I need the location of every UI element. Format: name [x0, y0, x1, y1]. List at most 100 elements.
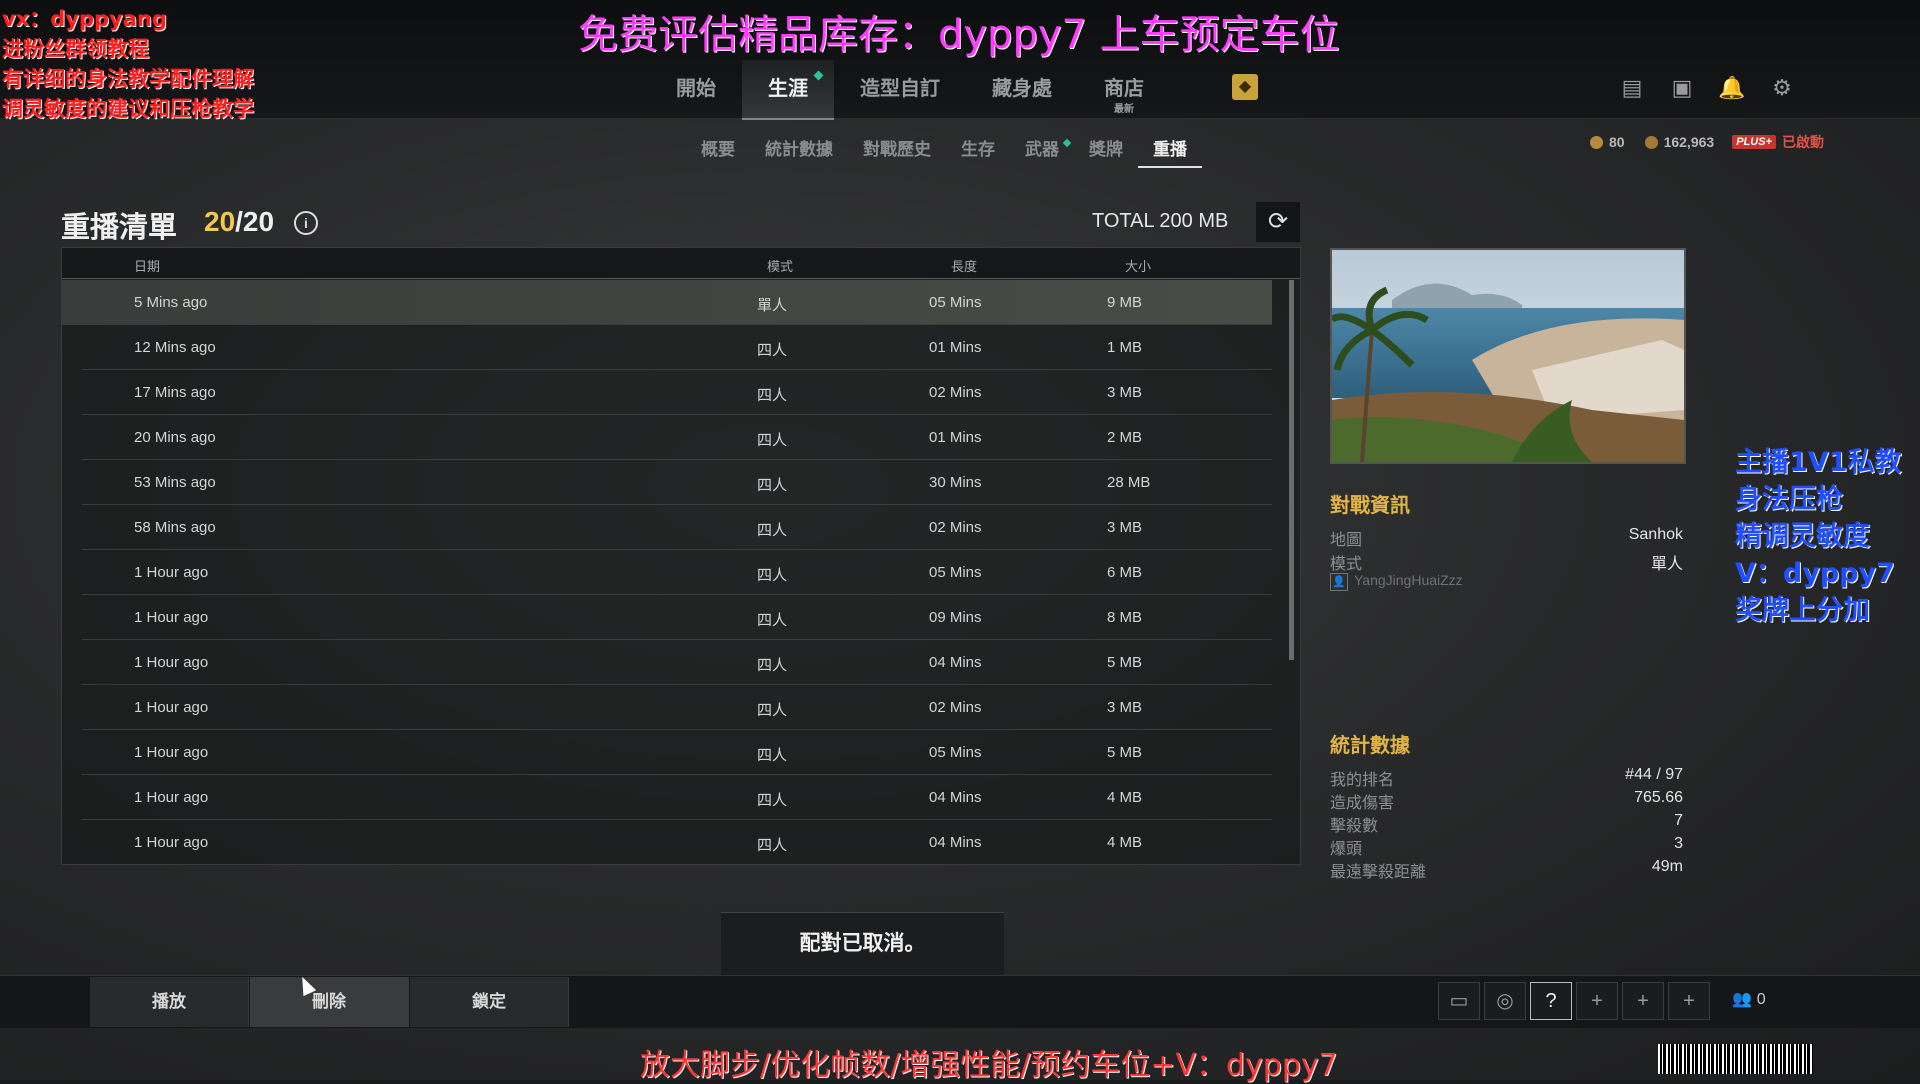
cell-size: 8 MB	[1107, 609, 1143, 626]
cell-mode: 四人	[757, 342, 788, 359]
play-button[interactable]: 播放	[90, 977, 249, 1027]
cell-date: 1 Hour ago	[134, 699, 209, 716]
cell-mode: 四人	[757, 792, 788, 809]
top-icons: ▤ ▣ 🔔 ⚙	[1618, 74, 1796, 102]
column-date[interactable]: 日期	[134, 256, 160, 275]
tab-survival[interactable]: 生存	[946, 136, 1010, 166]
cell-date: 1 Hour ago	[134, 564, 209, 581]
cell-length: 05 Mins	[929, 564, 982, 581]
table-row[interactable]: 12 Mins ago 四人 01 Mins 1 MB	[82, 325, 1272, 370]
cell-mode: 四人	[757, 747, 788, 764]
cell-size: 3 MB	[1107, 699, 1143, 716]
cell-size: 5 MB	[1107, 654, 1143, 671]
barcode	[1658, 1044, 1813, 1074]
table-row[interactable]: 5 Mins ago 單人 05 Mins 9 MB	[62, 280, 1272, 325]
cell-length: 02 Mins	[929, 519, 982, 536]
column-mode[interactable]: 模式	[767, 256, 793, 275]
table-row[interactable]: 58 Mins ago 四人 02 Mins 3 MB	[82, 505, 1272, 550]
player-row: 👤 YangJingHuaiZzz	[1330, 572, 1463, 591]
plus-status: 已啟動	[1781, 134, 1824, 150]
stat-value: #44 / 97	[1625, 766, 1683, 783]
voice-icon[interactable]: ◎	[1484, 982, 1526, 1020]
map-thumbnail	[1330, 248, 1686, 464]
stream-overlay-bottom: 放大脚步/优化帧数/增强性能/预约车位+V：dyppy7	[640, 1048, 1338, 1083]
stream-overlay-top: 免费评估精品库存：dyppy7 上车预定车位	[578, 12, 1340, 58]
nav-hideout[interactable]: 藏身處	[966, 60, 1078, 118]
scrollbar[interactable]	[1289, 280, 1294, 660]
cell-size: 28 MB	[1107, 474, 1151, 491]
table-header: 日期 模式 長度 大小	[62, 248, 1300, 279]
stat-label: 最遠擊殺距離	[1330, 864, 1427, 881]
nav-start[interactable]: 開始	[650, 60, 742, 118]
add-teammate-icon[interactable]: +	[1622, 982, 1664, 1020]
cell-size: 3 MB	[1107, 519, 1143, 536]
map-value: Sanhok	[1628, 526, 1683, 543]
refresh-icon[interactable]: ⟳	[1256, 202, 1300, 242]
total-size: TOTAL 200 MB	[1092, 210, 1229, 232]
bp-amount: 162,963	[1663, 134, 1715, 150]
nav-customize[interactable]: 造型自訂	[834, 60, 966, 118]
cell-date: 17 Mins ago	[134, 384, 216, 401]
table-row[interactable]: 53 Mins ago 四人 30 Mins 28 MB	[82, 460, 1272, 505]
tab-overview[interactable]: 概要	[686, 136, 750, 166]
cell-size: 1 MB	[1107, 339, 1143, 356]
table-row[interactable]: 1 Hour ago 四人 04 Mins 4 MB	[82, 820, 1272, 865]
column-size[interactable]: 大小	[1125, 256, 1151, 275]
table-row[interactable]: 1 Hour ago 四人 09 Mins 8 MB	[82, 595, 1272, 640]
match-info-heading: 對戰資訊	[1330, 495, 1410, 517]
sub-nav: 概要 統計數據 對戰歷史 生存 武器 獎牌 重播	[686, 136, 1202, 168]
notification-bell-icon[interactable]: 🔔	[1718, 74, 1746, 102]
cell-mode: 四人	[757, 702, 788, 719]
cell-length: 01 Mins	[929, 339, 982, 356]
special-store-icon[interactable]: ◆	[1232, 74, 1258, 100]
table-row[interactable]: 20 Mins ago 四人 01 Mins 2 MB	[82, 415, 1272, 460]
cell-length: 04 Mins	[929, 654, 982, 671]
page-title: 重播清單	[61, 212, 178, 244]
player-icon: 👤	[1330, 573, 1348, 591]
nav-career[interactable]: 生涯	[742, 60, 834, 120]
cell-length: 04 Mins	[929, 834, 982, 851]
cell-length: 02 Mins	[929, 699, 982, 716]
cell-mode: 四人	[757, 387, 788, 404]
new-tag: 最新	[1114, 104, 1134, 115]
table-row[interactable]: 1 Hour ago 四人 02 Mins 3 MB	[82, 685, 1272, 730]
table-row[interactable]: 1 Hour ago 四人 04 Mins 4 MB	[82, 775, 1272, 820]
settings-gear-icon[interactable]: ⚙	[1768, 74, 1796, 102]
gcoin-amount: 80	[1609, 134, 1625, 150]
lock-button[interactable]: 鎖定	[410, 977, 569, 1027]
tab-stats[interactable]: 統計數據	[750, 136, 848, 166]
party-icon: 👥	[1732, 991, 1753, 1008]
cell-date: 12 Mins ago	[134, 339, 216, 356]
delete-button[interactable]: 刪除	[250, 977, 409, 1027]
missions-icon[interactable]: ▣	[1668, 74, 1696, 102]
table-row[interactable]: 1 Hour ago 四人 05 Mins 5 MB	[82, 730, 1272, 775]
cell-date: 1 Hour ago	[134, 654, 209, 671]
tab-medals[interactable]: 獎牌	[1074, 136, 1138, 166]
table-row[interactable]: 1 Hour ago 四人 05 Mins 6 MB	[82, 550, 1272, 595]
table-row[interactable]: 17 Mins ago 四人 02 Mins 3 MB	[82, 370, 1272, 415]
inventory-icon[interactable]: ▤	[1618, 74, 1646, 102]
cell-date: 53 Mins ago	[134, 474, 216, 491]
stat-value: 765.66	[1634, 789, 1683, 806]
chat-icon[interactable]: ▭	[1438, 982, 1480, 1020]
table-row[interactable]: 1 Hour ago 四人 04 Mins 5 MB	[82, 640, 1272, 685]
cell-size: 6 MB	[1107, 564, 1143, 581]
help-icon[interactable]: ?	[1530, 982, 1572, 1020]
new-indicator-icon	[813, 70, 824, 81]
party-indicator[interactable]: 👥 0	[1714, 982, 1784, 1018]
column-length[interactable]: 長度	[951, 256, 977, 275]
tab-replays[interactable]: 重播	[1138, 136, 1202, 168]
stat-label: 爆頭	[1330, 841, 1363, 858]
nav-store[interactable]: 商店 最新	[1078, 60, 1170, 118]
tab-weapons[interactable]: 武器	[1010, 136, 1074, 166]
cell-mode: 四人	[757, 837, 788, 854]
cell-size: 4 MB	[1107, 834, 1143, 851]
add-teammate-icon[interactable]: +	[1668, 982, 1710, 1020]
gcoin-icon	[1590, 135, 1603, 149]
add-teammate-icon[interactable]: +	[1576, 982, 1618, 1020]
stat-label: 擊殺數	[1330, 818, 1379, 835]
tab-match-history[interactable]: 對戰歷史	[848, 136, 946, 166]
info-icon[interactable]: i	[294, 211, 318, 235]
cell-date: 58 Mins ago	[134, 519, 216, 536]
cell-size: 5 MB	[1107, 744, 1143, 761]
